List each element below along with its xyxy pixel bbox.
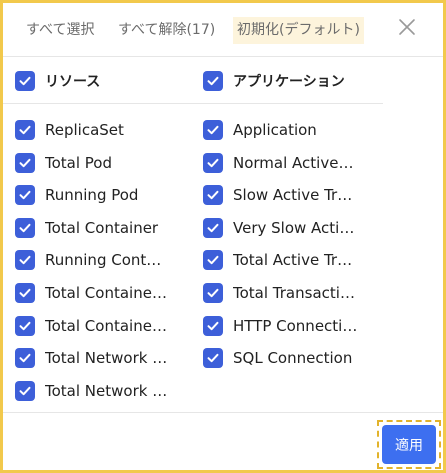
application-item[interactable]: Total Transaction bbox=[203, 282, 358, 304]
resource-item[interactable]: Total Container ... bbox=[15, 315, 170, 337]
select-all-button[interactable]: すべて選択 bbox=[26, 17, 94, 44]
application-checkbox[interactable] bbox=[203, 152, 223, 173]
resource-group-header: リソース bbox=[15, 69, 100, 93]
application-item[interactable]: Normal Active Tr... bbox=[203, 152, 358, 174]
resource-item-label: Total Container bbox=[45, 218, 159, 237]
application-checkbox[interactable] bbox=[203, 283, 223, 303]
resource-checkbox[interactable] bbox=[15, 217, 35, 238]
resource-checkbox[interactable] bbox=[15, 152, 35, 173]
resource-item[interactable]: ReplicaSet bbox=[15, 119, 170, 141]
application-item-label: HTTP Connection bbox=[233, 316, 358, 335]
resource-item-label: Total Container ... bbox=[45, 284, 170, 302]
divider bbox=[3, 412, 443, 413]
resource-checkbox[interactable] bbox=[15, 348, 35, 369]
resource-item[interactable]: Total Network Tr... bbox=[15, 380, 170, 402]
resource-group-checkbox[interactable] bbox=[15, 71, 35, 91]
checkmark-icon bbox=[19, 353, 31, 363]
checkmark-icon bbox=[19, 223, 31, 232]
application-group-header: アプリケーション bbox=[203, 69, 345, 93]
application-item-label: Very Slow Active... bbox=[233, 218, 358, 237]
resource-item[interactable]: Total Container bbox=[15, 217, 170, 239]
application-checkbox[interactable] bbox=[203, 348, 223, 369]
checkmark-icon bbox=[207, 321, 219, 330]
resource-checkbox[interactable] bbox=[15, 250, 35, 271]
resource-item-label: Running Pod bbox=[45, 186, 139, 205]
reset-default-button[interactable]: 初期化(デフォルト) bbox=[233, 17, 364, 44]
resource-group-title: リソース bbox=[45, 74, 101, 90]
checkmark-icon bbox=[207, 190, 219, 200]
resource-item[interactable]: Total Container ... bbox=[15, 282, 170, 304]
resource-item-label: Total Network Tr... bbox=[45, 381, 170, 400]
resource-item-label: Total Network R... bbox=[45, 349, 170, 368]
application-checkbox[interactable] bbox=[203, 250, 223, 271]
checkmark-icon bbox=[19, 190, 31, 200]
checkmark-icon bbox=[207, 76, 219, 86]
close-icon[interactable] bbox=[396, 16, 418, 38]
divider bbox=[3, 103, 383, 104]
checkmark-icon bbox=[19, 321, 31, 330]
checkmark-icon bbox=[19, 288, 31, 298]
application-checkbox[interactable] bbox=[203, 315, 223, 336]
checkmark-icon bbox=[19, 386, 31, 395]
application-item-label: Slow Active Tran... bbox=[233, 186, 358, 205]
application-group-title: アプリケーション bbox=[233, 74, 345, 90]
application-item-label: Normal Active Tr... bbox=[233, 153, 358, 172]
checkmark-icon bbox=[207, 353, 219, 363]
checkmark-icon bbox=[207, 223, 219, 232]
application-item[interactable]: Total Active Tran... bbox=[203, 249, 358, 271]
checkmark-icon bbox=[207, 288, 219, 298]
checkmark-icon bbox=[19, 158, 31, 167]
resource-item[interactable]: Running Pod bbox=[15, 184, 170, 206]
resource-item[interactable]: Total Pod bbox=[15, 152, 170, 174]
application-item[interactable]: HTTP Connection bbox=[203, 315, 358, 337]
application-item[interactable]: Application bbox=[203, 119, 358, 141]
resource-item[interactable]: Total Network R... bbox=[15, 347, 170, 369]
deselect-all-button[interactable]: すべて解除(17) bbox=[118, 17, 215, 44]
resource-checkbox[interactable] bbox=[15, 380, 35, 401]
apply-button-focus-ring: 適用 bbox=[377, 420, 441, 469]
checkmark-icon bbox=[207, 125, 219, 135]
apply-button[interactable]: 適用 bbox=[382, 425, 436, 464]
resource-checkbox[interactable] bbox=[15, 283, 35, 303]
resource-item-label: Running Container bbox=[45, 251, 170, 270]
checkmark-icon bbox=[207, 158, 219, 167]
resource-item-label: Total Container ... bbox=[45, 316, 170, 335]
application-item[interactable]: Slow Active Tran... bbox=[203, 184, 358, 206]
checkmark-icon bbox=[19, 125, 31, 135]
resource-checkbox[interactable] bbox=[15, 185, 35, 206]
resource-item-label: Total Pod bbox=[45, 153, 113, 172]
application-checkbox[interactable] bbox=[203, 185, 223, 206]
resource-item-label: ReplicaSet bbox=[45, 121, 124, 139]
application-item-label: Total Active Tran... bbox=[233, 251, 358, 270]
resource-item[interactable]: Running Container bbox=[15, 249, 170, 271]
application-group-checkbox[interactable] bbox=[203, 71, 223, 91]
checkmark-icon bbox=[207, 256, 219, 265]
application-item-label: SQL Connection bbox=[233, 349, 353, 368]
panel-header: すべて選択 すべて解除(17) 初期化(デフォルト) bbox=[3, 3, 443, 57]
column-selector-panel: すべて選択 すべて解除(17) 初期化(デフォルト) リソース アプリケーション… bbox=[0, 0, 446, 473]
checkmark-icon bbox=[19, 256, 31, 265]
resource-checkbox[interactable] bbox=[15, 120, 35, 140]
application-item[interactable]: SQL Connection bbox=[203, 347, 358, 369]
resource-checkbox[interactable] bbox=[15, 315, 35, 336]
application-checkbox[interactable] bbox=[203, 217, 223, 238]
checkmark-icon bbox=[19, 76, 31, 86]
application-item-label: Total Transaction bbox=[233, 284, 358, 302]
application-checkbox[interactable] bbox=[203, 120, 223, 140]
application-item[interactable]: Very Slow Active... bbox=[203, 217, 358, 239]
application-item-label: Application bbox=[233, 121, 317, 139]
